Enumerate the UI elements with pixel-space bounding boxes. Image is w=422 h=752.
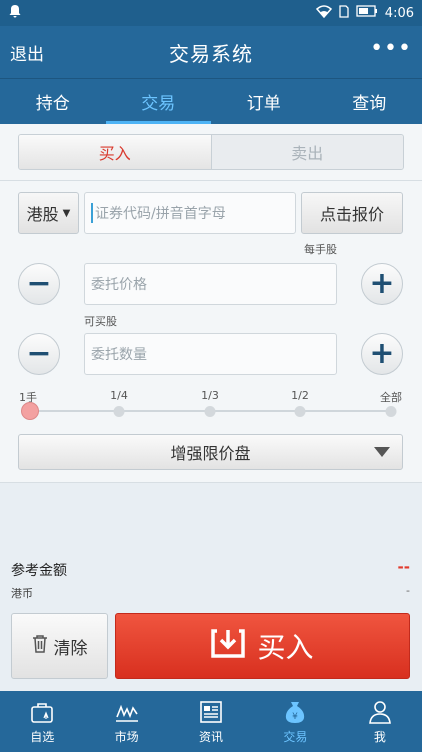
text-cursor bbox=[91, 203, 93, 223]
nav-label: 自选 bbox=[30, 729, 55, 744]
plus-icon: + bbox=[369, 266, 395, 301]
nav-profile[interactable]: 我 bbox=[338, 691, 422, 752]
price-placeholder: 委托价格 bbox=[91, 277, 147, 293]
slider-stop[interactable] bbox=[204, 406, 216, 417]
stock-code-placeholder: 证券代码/拼音首字母 bbox=[95, 206, 226, 222]
minus-icon: − bbox=[26, 336, 52, 371]
stock-code-input[interactable]: 证券代码/拼音首字母 bbox=[84, 192, 296, 234]
slider-stop[interactable] bbox=[294, 406, 306, 417]
reference-amount-label: 参考金额 bbox=[11, 563, 67, 579]
lot-size-label: 每手股 bbox=[304, 243, 337, 256]
clear-label: 清除 bbox=[53, 638, 88, 659]
price-field[interactable]: 委托价格 bbox=[84, 263, 337, 305]
buy-label: 买入 bbox=[257, 631, 314, 664]
nav-label: 交易 bbox=[283, 729, 308, 744]
tab-trade[interactable]: 交易 bbox=[105, 79, 212, 124]
quantity-slider-labels: 1手 1/4 1/3 1/2 全部 bbox=[0, 389, 422, 405]
tab-orders[interactable]: 订单 bbox=[211, 79, 317, 124]
profile-icon bbox=[368, 700, 391, 724]
price-increase-button[interactable]: + bbox=[361, 263, 403, 305]
divider bbox=[0, 482, 422, 483]
plus-icon: + bbox=[369, 336, 395, 371]
tab-query[interactable]: 查询 bbox=[317, 79, 422, 124]
more-options-button[interactable]: ••• bbox=[370, 36, 412, 61]
buy-tab[interactable]: 买入 bbox=[19, 135, 212, 169]
buy-sell-toggle: 买入 卖出 bbox=[18, 134, 404, 170]
nav-trade[interactable]: ¥ 交易 bbox=[253, 691, 337, 752]
nav-label: 资讯 bbox=[199, 729, 224, 744]
trade-money-bag-icon: ¥ bbox=[286, 701, 305, 723]
nav-news[interactable]: 资讯 bbox=[169, 691, 253, 752]
market-select-value: 港股 bbox=[26, 205, 59, 224]
clock: 4:06 bbox=[384, 5, 414, 21]
slider-label-quarter[interactable]: 1/4 bbox=[110, 389, 128, 402]
order-type-select[interactable]: 增强限价盘 bbox=[18, 434, 403, 470]
market-chart-icon bbox=[115, 704, 138, 722]
chevron-down-icon: ▼ bbox=[62, 207, 71, 219]
nav-watchlist[interactable]: 自选 bbox=[0, 691, 84, 752]
qty-increase-button[interactable]: + bbox=[361, 333, 403, 375]
notification-icon bbox=[8, 4, 22, 22]
available-shares-label: 可买股 bbox=[84, 315, 117, 328]
nav-market[interactable]: 市场 bbox=[84, 691, 168, 752]
page-title: 交易系统 bbox=[169, 41, 253, 66]
clear-button[interactable]: 清除 bbox=[11, 613, 108, 679]
download-tray-icon bbox=[211, 628, 246, 665]
minus-icon: − bbox=[26, 266, 52, 301]
quantity-field[interactable]: 委托数量 bbox=[84, 333, 337, 375]
quantity-slider-thumb[interactable] bbox=[21, 402, 39, 420]
sim-icon bbox=[339, 4, 349, 22]
currency-value: - bbox=[406, 584, 410, 597]
slider-label-all[interactable]: 全部 bbox=[380, 389, 402, 405]
nav-label: 我 bbox=[373, 729, 386, 744]
slider-label-half[interactable]: 1/2 bbox=[291, 389, 309, 402]
currency-label: 港币 bbox=[11, 587, 33, 600]
market-select[interactable]: 港股 ▼ bbox=[18, 192, 79, 234]
wifi-icon bbox=[315, 4, 332, 22]
divider bbox=[0, 180, 422, 181]
top-tabs: 持仓 交易 订单 查询 bbox=[0, 78, 422, 124]
news-icon bbox=[200, 700, 222, 723]
quantity-placeholder: 委托数量 bbox=[91, 347, 147, 363]
title-bar: 退出 交易系统 ••• bbox=[0, 26, 422, 78]
watchlist-icon bbox=[31, 702, 54, 723]
price-decrease-button[interactable]: − bbox=[18, 263, 60, 305]
bottom-nav: 自选 市场 资讯 ¥ 交易 我 bbox=[0, 691, 422, 752]
tab-positions[interactable]: 持仓 bbox=[0, 79, 106, 124]
get-quote-button[interactable]: 点击报价 bbox=[301, 192, 403, 234]
reference-amount-value: -- bbox=[397, 558, 410, 576]
slider-stop[interactable] bbox=[385, 406, 397, 417]
trade-panel: 买入 卖出 港股 ▼ 证券代码/拼音首字母 点击报价 每手股 − 委托价格 + … bbox=[0, 124, 422, 482]
nav-label: 市场 bbox=[114, 729, 139, 744]
submit-buy-button[interactable]: 买入 bbox=[115, 613, 410, 679]
battery-icon bbox=[356, 5, 378, 21]
qty-decrease-button[interactable]: − bbox=[18, 333, 60, 375]
dropdown-arrow-icon bbox=[374, 447, 390, 457]
status-bar: 4:06 bbox=[0, 0, 422, 26]
slider-label-third[interactable]: 1/3 bbox=[201, 389, 219, 402]
svg-text:¥: ¥ bbox=[293, 712, 299, 722]
order-type-value: 增强限价盘 bbox=[170, 444, 251, 463]
exit-button[interactable]: 退出 bbox=[10, 40, 44, 65]
sell-tab[interactable]: 卖出 bbox=[211, 135, 403, 169]
slider-stop[interactable] bbox=[113, 406, 125, 417]
trash-icon bbox=[32, 634, 48, 658]
